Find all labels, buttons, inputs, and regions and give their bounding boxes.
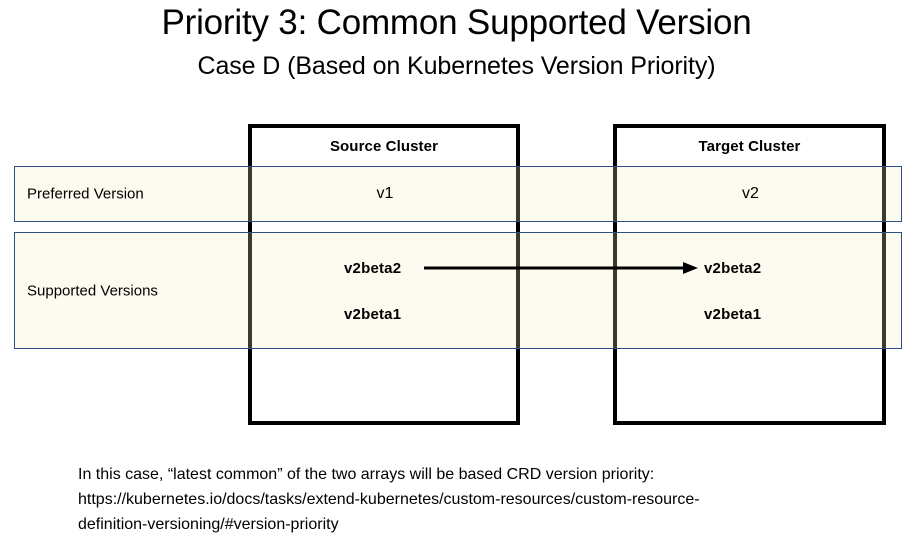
source-box-left-edge-overlay xyxy=(248,167,252,221)
page-subtitle: Case D (Based on Kubernetes Version Prio… xyxy=(197,52,716,80)
source-box-right-edge-overlay-2 xyxy=(516,233,520,348)
target-supported-version-2: v2beta1 xyxy=(704,306,762,323)
source-supported-version-2: v2beta1 xyxy=(344,306,402,323)
target-cluster-title: Target Cluster xyxy=(698,138,801,155)
target-box-left-edge-overlay xyxy=(613,167,617,221)
caption-line-1: In this case, “latest common” of the two… xyxy=(78,466,655,483)
arrow-head xyxy=(683,262,698,274)
supported-versions-label: Supported Versions xyxy=(27,282,158,299)
source-supported-version-1: v2beta2 xyxy=(344,260,402,277)
target-box-right-edge-overlay xyxy=(882,167,886,221)
supported-versions-row: Supported Versions v2beta2 v2beta1 v2bet… xyxy=(14,232,902,349)
preferred-version-label: Preferred Version xyxy=(27,185,144,203)
target-supported-version-1: v2beta2 xyxy=(704,260,762,277)
version-mapping-arrow xyxy=(424,262,698,274)
source-preferred-version-value: v1 xyxy=(376,185,394,202)
preferred-version-row: Preferred Version v1 v2 xyxy=(14,166,902,222)
source-cluster-title: Source Cluster xyxy=(329,138,439,155)
target-preferred-version-value: v2 xyxy=(742,185,759,202)
page-title: Priority 3: Common Supported Version xyxy=(161,3,752,42)
caption-line-3: definition-versioning/#version-priority xyxy=(78,516,339,533)
target-box-right-edge-overlay-2 xyxy=(882,233,886,348)
source-box-left-edge-overlay-2 xyxy=(248,233,252,348)
caption-line-2: https://kubernetes.io/docs/tasks/extend-… xyxy=(78,491,700,508)
caption: In this case, “latest common” of the two… xyxy=(78,462,868,537)
target-box-left-edge-overlay-2 xyxy=(613,233,617,348)
source-box-right-edge-overlay xyxy=(516,167,520,221)
